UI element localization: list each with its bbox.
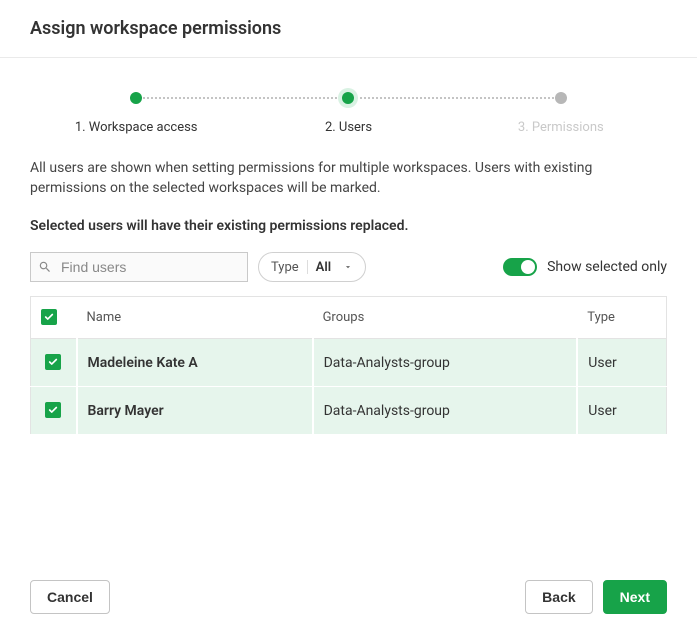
user-name: Barry Mayer xyxy=(77,387,313,435)
chevron-down-icon xyxy=(343,262,353,272)
step-label: 1. Workspace access xyxy=(75,120,198,135)
dialog-header: Assign workspace permissions xyxy=(0,0,697,58)
step-dot-icon xyxy=(130,92,142,104)
next-button[interactable]: Next xyxy=(603,580,667,614)
intro-text: All users are shown when setting permiss… xyxy=(30,159,667,198)
step-label: 2. Users xyxy=(325,120,372,135)
step-workspace-access: 1. Workspace access xyxy=(30,88,242,135)
search-wrap xyxy=(30,252,248,282)
controls-row: Type All Show selected only xyxy=(30,252,667,282)
table-row[interactable]: Madeleine Kate A Data-Analysts-group Use… xyxy=(31,339,667,387)
row-checkbox[interactable] xyxy=(45,354,61,370)
step-dot-icon xyxy=(555,92,567,104)
show-selected-label: Show selected only xyxy=(547,259,667,275)
search-input[interactable] xyxy=(30,252,248,282)
user-type: User xyxy=(577,339,666,387)
step-label: 3. Permissions xyxy=(518,120,604,135)
cancel-button[interactable]: Cancel xyxy=(30,580,110,614)
toggle-knob-icon xyxy=(521,260,535,274)
replace-note: Selected users will have their existing … xyxy=(30,218,667,234)
type-filter[interactable]: Type All xyxy=(258,252,366,282)
users-table: Name Groups Type Madeleine Kate A Data-A… xyxy=(30,296,667,435)
user-name: Madeleine Kate A xyxy=(77,339,313,387)
show-selected-toggle[interactable] xyxy=(503,258,537,276)
col-header-name[interactable]: Name xyxy=(77,297,313,339)
type-filter-label: Type xyxy=(271,260,299,275)
step-dot-icon xyxy=(342,92,354,104)
step-users: 2. Users xyxy=(242,88,454,135)
col-header-type[interactable]: Type xyxy=(577,297,666,339)
dialog-footer: Cancel Back Next xyxy=(30,580,667,614)
col-header-groups[interactable]: Groups xyxy=(313,297,578,339)
back-button[interactable]: Back xyxy=(525,580,592,614)
select-all-checkbox[interactable] xyxy=(41,309,57,325)
user-groups: Data-Analysts-group xyxy=(313,339,578,387)
type-filter-value: All xyxy=(316,260,331,275)
user-groups: Data-Analysts-group xyxy=(313,387,578,435)
dialog-title: Assign workspace permissions xyxy=(30,18,667,39)
search-icon xyxy=(38,260,52,274)
user-type: User xyxy=(577,387,666,435)
step-permissions: 3. Permissions xyxy=(455,88,667,135)
row-checkbox[interactable] xyxy=(45,402,61,418)
table-row[interactable]: Barry Mayer Data-Analysts-group User xyxy=(31,387,667,435)
stepper: 1. Workspace access 2. Users 3. Permissi… xyxy=(30,88,667,135)
